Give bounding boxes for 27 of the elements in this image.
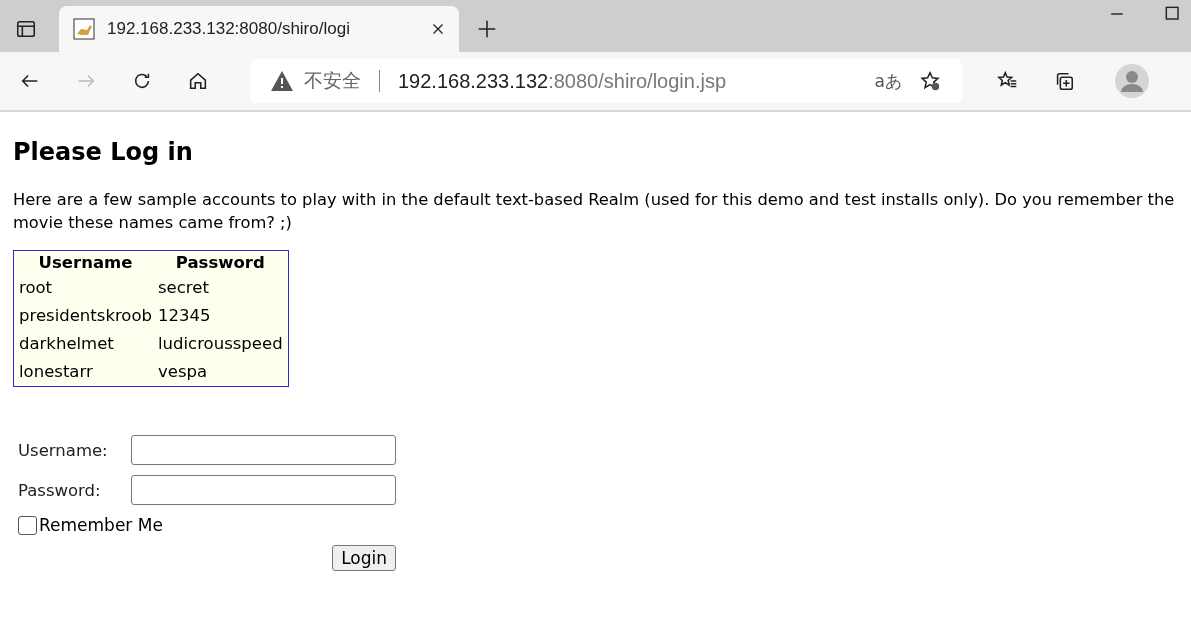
table-cell-text: darkhelmet (18, 332, 115, 355)
table-cell-text: ludicrousspeed (157, 332, 284, 355)
password-field[interactable] (131, 475, 396, 505)
table-cell-text: secret (157, 276, 210, 299)
table-cell-text: 12345 (157, 304, 212, 327)
browser-tab[interactable]: 192.168.233.132:8080/shiro/logi (59, 6, 459, 52)
table-cell-text: lonestarr (18, 360, 94, 383)
column-header: Username (37, 253, 134, 272)
url-text: 192.168.233.132:8080/shiro/login.jsp (398, 69, 728, 93)
login-button[interactable]: Login (332, 545, 396, 571)
security-label: 不安全 (304, 68, 361, 93)
table-cell-text: vespa (157, 360, 209, 383)
table-cell-text: root (18, 276, 54, 299)
profile-avatar[interactable] (1114, 63, 1150, 99)
remember-label: Remember Me (39, 515, 163, 535)
intro-paragraph: Here are a few sample accounts to play with in the default text-based Realm (used for this demo and test installs only). Do you remember the movie these names came from? ;) (13, 189, 1176, 234)
table-cell-text: presidentskroob (18, 304, 153, 327)
username-label: Username: (18, 440, 109, 460)
address-bar[interactable]: 不安全 192.168.233.132:8080/shiro/login.jsp aあ (250, 59, 962, 103)
tab-title: 192.168.233.132:8080/shiro/logi (107, 19, 351, 39)
remember-checkbox[interactable] (18, 515, 37, 535)
username-field[interactable] (131, 435, 396, 465)
column-header: Password (174, 253, 266, 272)
password-label: Password: (18, 480, 102, 500)
page-heading: Please Log in (13, 138, 194, 166)
translate-icon[interactable]: aあ (874, 69, 902, 93)
warning-icon (270, 70, 294, 92)
